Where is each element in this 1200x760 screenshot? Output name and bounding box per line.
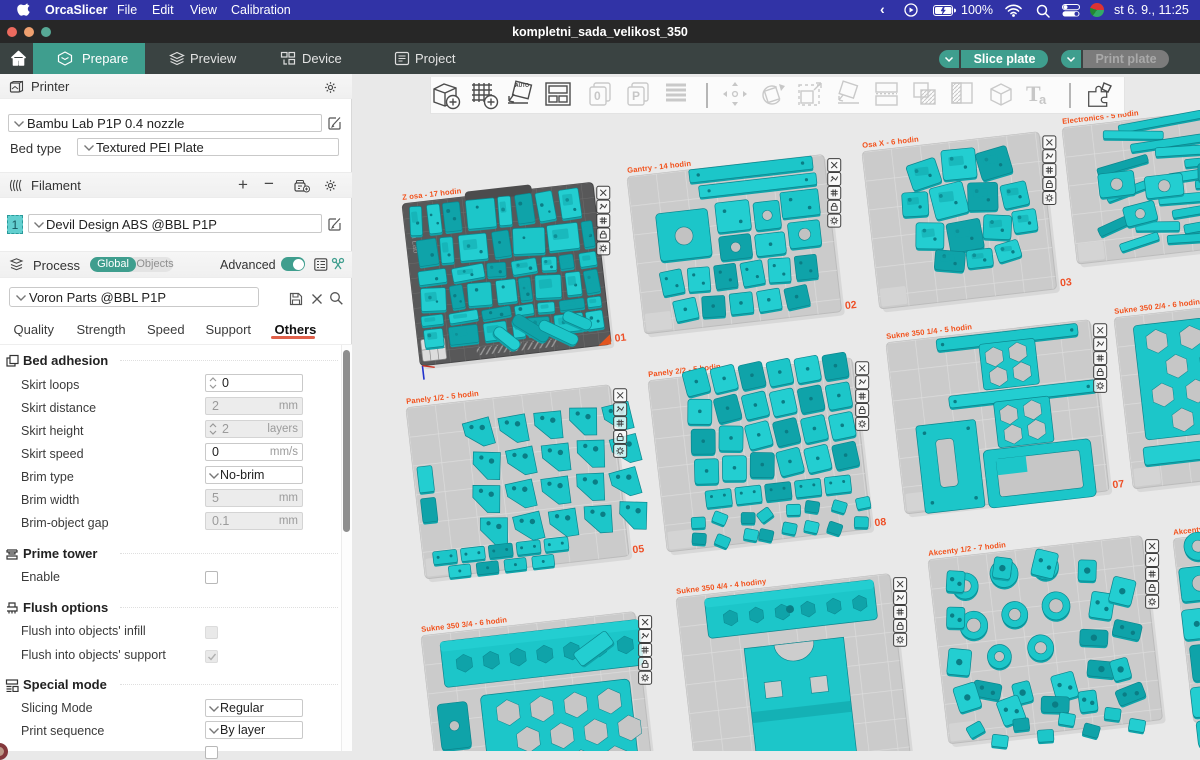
svg-text:01: 01 [614,331,627,344]
svg-text:AUTO: AUTO [515,83,529,89]
svg-text:08: 08 [874,516,887,529]
svg-text:02: 02 [844,299,857,312]
svg-text:0: 0 [594,89,601,103]
svg-text:P: P [632,89,640,103]
svg-text:03: 03 [1059,276,1072,289]
svg-text:05: 05 [632,543,645,556]
svg-text:07: 07 [1112,478,1125,491]
svg-text:a: a [1039,92,1047,107]
